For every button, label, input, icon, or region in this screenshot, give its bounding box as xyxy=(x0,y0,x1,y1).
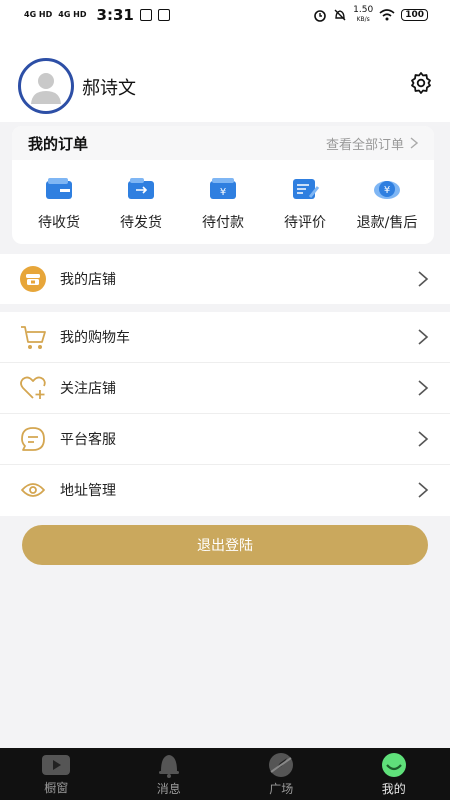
review-icon xyxy=(293,179,320,199)
tab-square[interactable]: 广场 xyxy=(225,748,338,800)
bottom-tab-bar: 橱窗 消息 广场 我的 xyxy=(0,748,450,800)
order-item-refund[interactable]: ¥ 退款/售后 xyxy=(346,176,428,232)
profile-header: 郝诗文 xyxy=(0,30,450,122)
net-speed-value: 1.50 xyxy=(353,5,374,15)
signal-2: 4G HD xyxy=(58,10,87,19)
gear-icon xyxy=(411,72,431,94)
avatar[interactable] xyxy=(18,58,74,114)
menu-item-customer-service[interactable]: 平台客服 xyxy=(0,413,450,464)
alarm-icon xyxy=(314,10,326,22)
chevron-right-icon xyxy=(418,380,429,396)
order-label-to-pay: 待付款 xyxy=(202,215,244,231)
menu-group-main: 我的购物车 关注店铺 平台客服 地址管理 xyxy=(0,312,450,516)
order-label-to-review: 待评价 xyxy=(284,215,326,231)
tab-label-mine: 我的 xyxy=(381,781,406,796)
play-icon xyxy=(42,754,71,775)
status-bar: 4G HD 4G HD 3:31 1.50 KB/s 100 xyxy=(0,0,450,30)
chevron-right-icon xyxy=(410,137,418,149)
tab-messages[interactable]: 消息 xyxy=(113,748,226,800)
mute-icon xyxy=(334,9,346,21)
order-item-to-ship[interactable]: 待发货 xyxy=(100,176,182,232)
signal-1: 4G HD xyxy=(24,10,53,19)
menu-item-my-store[interactable]: 我的店铺 xyxy=(0,254,450,304)
tab-showcase[interactable]: 橱窗 xyxy=(0,748,113,800)
order-label-to-ship: 待发货 xyxy=(120,215,162,231)
tab-mine[interactable]: 我的 xyxy=(338,748,450,800)
user-icon xyxy=(31,73,61,104)
view-all-orders-label: 查看全部订单 xyxy=(325,137,404,153)
cart-icon xyxy=(18,322,48,352)
tab-label-showcase: 橱窗 xyxy=(44,780,69,795)
battery-icon: 100 xyxy=(401,9,428,21)
order-item-to-receive[interactable]: 待收货 xyxy=(18,176,100,232)
orders-title: 我的订单 xyxy=(28,134,89,153)
orders-card: 我的订单 查看全部订单 待收货 待发货 ¥ 待付款 待评价 ¥ 退款/售后 xyxy=(12,126,434,244)
heart-plus-icon xyxy=(18,373,48,403)
svg-text:¥: ¥ xyxy=(220,187,226,198)
tab-label-square: 广场 xyxy=(269,781,294,796)
app-notification-icon xyxy=(157,9,170,21)
location-icon xyxy=(18,475,48,505)
logout-button[interactable]: 退出登陆 xyxy=(22,525,428,565)
store-icon xyxy=(18,264,48,294)
bell-icon xyxy=(158,754,179,778)
chevron-right-icon xyxy=(418,482,429,498)
status-left: 4G HD 4G HD 3:31 xyxy=(24,6,170,24)
orders-header: 我的订单 查看全部订单 xyxy=(12,126,434,160)
menu-label-cart: 我的购物车 xyxy=(60,330,130,346)
wifi-icon xyxy=(379,9,395,21)
clock: 3:31 xyxy=(96,6,134,24)
view-all-orders-link[interactable]: 查看全部订单 xyxy=(326,134,418,153)
net-speed-unit: KB/s xyxy=(356,16,370,23)
settings-button[interactable] xyxy=(408,70,434,96)
chat-icon xyxy=(18,424,48,454)
payment-icon: ¥ xyxy=(210,178,236,199)
order-label-to-receive: 待收货 xyxy=(38,215,80,231)
username: 郝诗文 xyxy=(82,78,136,99)
notification-icon xyxy=(139,9,152,21)
menu-item-address[interactable]: 地址管理 xyxy=(0,464,450,515)
chevron-right-icon xyxy=(418,271,429,287)
net-speed: 1.50 KB/s xyxy=(353,6,373,24)
status-right: 1.50 KB/s 100 xyxy=(313,6,428,24)
chevron-right-icon xyxy=(418,329,429,345)
order-item-to-review[interactable]: 待评价 xyxy=(264,176,346,232)
svg-text:¥: ¥ xyxy=(384,185,390,196)
wallet-icon xyxy=(46,178,72,199)
menu-label-my-store: 我的店铺 xyxy=(60,272,116,288)
smile-icon xyxy=(381,752,406,777)
order-status-row: 待收货 待发货 ¥ 待付款 待评价 ¥ 退款/售后 xyxy=(12,160,434,232)
tab-label-messages: 消息 xyxy=(156,781,181,796)
order-label-refund: 退款/售后 xyxy=(356,215,418,231)
menu-group-store: 我的店铺 xyxy=(0,254,450,304)
order-item-to-pay[interactable]: ¥ 待付款 xyxy=(182,176,264,232)
menu-item-cart[interactable]: 我的购物车 xyxy=(0,312,450,362)
chevron-right-icon xyxy=(418,431,429,447)
compass-icon xyxy=(269,752,294,777)
menu-label-address: 地址管理 xyxy=(60,483,116,499)
menu-label-customer-service: 平台客服 xyxy=(60,432,116,448)
refund-icon: ¥ xyxy=(374,181,400,199)
menu-item-followed-stores[interactable]: 关注店铺 xyxy=(0,362,450,413)
menu-label-followed-stores: 关注店铺 xyxy=(60,381,116,397)
truck-card-icon xyxy=(128,178,154,199)
